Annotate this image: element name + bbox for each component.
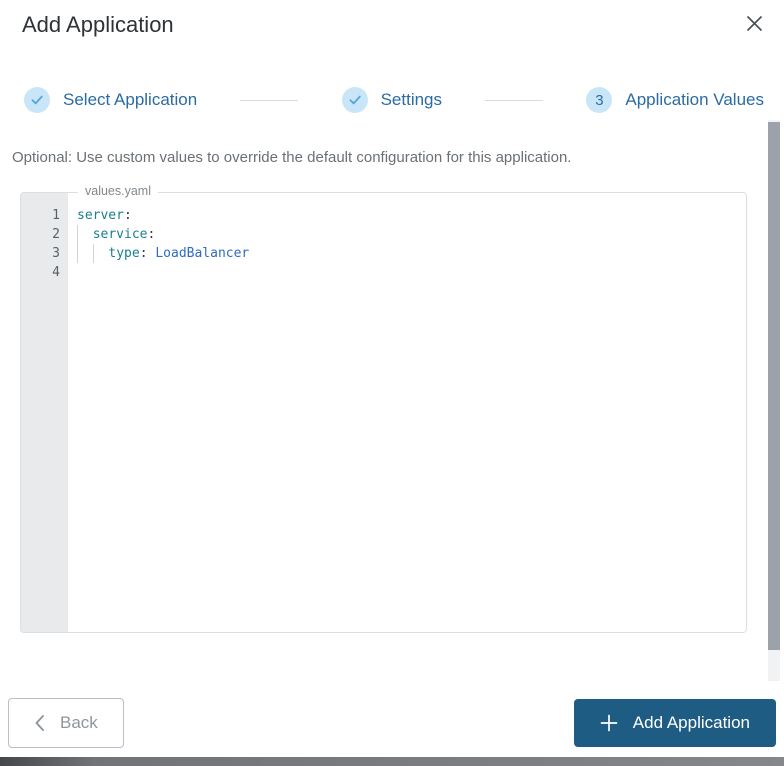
code-line: type: LoadBalancer [77,244,738,263]
step-application-values[interactable]: 3 Application Values [586,87,764,113]
back-button[interactable]: Back [8,698,124,748]
step-complete-indicator [341,87,368,113]
line-number: 3 [52,246,60,261]
step-label: Application Values [625,90,764,109]
line-number: 1 [52,208,60,223]
window-bottom-edge [0,757,784,766]
step-select-application[interactable]: Select Application [24,87,197,113]
step-number-indicator: 3 [586,87,613,113]
page-title: Add Application [22,12,174,37]
code-lines[interactable]: server: service: type: LoadBalancer [68,193,746,632]
line-number-gutter: 1 2 3 4 [21,193,68,632]
step-label: Select Application [63,90,198,109]
step-complete-indicator [24,87,50,113]
line-number: 4 [52,265,60,280]
scrollbar-thumb[interactable] [768,122,780,650]
check-icon [349,95,361,105]
add-application-button-label: Add Application [632,713,750,732]
stepper: Select Application Settings 3 Applicatio… [24,87,764,113]
close-icon [746,15,763,32]
chevron-left-icon [35,715,44,731]
indent-guide [92,244,109,263]
check-icon [31,95,43,105]
indent-guide [77,225,93,244]
code-line: server: [77,208,132,223]
indent-guide [77,244,93,263]
plus-icon [600,714,618,732]
yaml-editor[interactable]: values.yaml 1234 server: service: type: Lo… [20,184,747,633]
step-settings[interactable]: Settings [341,87,443,113]
step-number: 3 [595,91,604,109]
vertical-scrollbar[interactable] [768,120,780,681]
step-label: Settings [380,90,443,109]
step-connector [240,99,299,101]
step-connector [485,99,544,101]
line-number: 2 [52,227,60,242]
close-button[interactable] [741,10,768,37]
add-application-button[interactable]: Add Application [573,699,776,747]
code-line: service: [77,225,738,244]
back-button-label: Back [60,713,98,732]
description-text: Optional: Use custom values to override … [12,149,572,166]
